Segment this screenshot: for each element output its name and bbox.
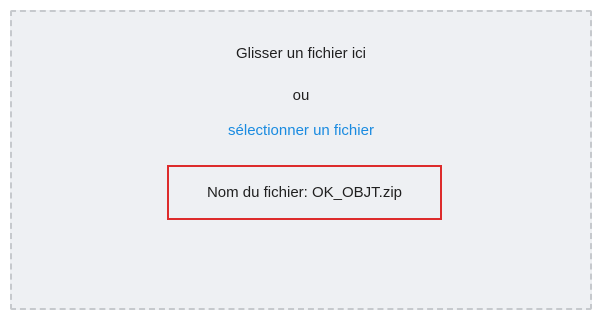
file-dropzone[interactable]: Glisser un fichier ici ou sélectionner u… (10, 10, 592, 310)
select-file-link[interactable]: sélectionner un fichier (12, 122, 590, 139)
drop-instruction-text: Glisser un fichier ici (235, 45, 367, 62)
file-name-label: Nom du fichier: (206, 184, 308, 201)
or-separator-text: ou (292, 87, 310, 104)
selected-file-info: Nom du fichier: OK_OBJT.zip (167, 165, 442, 220)
file-name-value: OK_OBJT.zip (312, 184, 403, 201)
